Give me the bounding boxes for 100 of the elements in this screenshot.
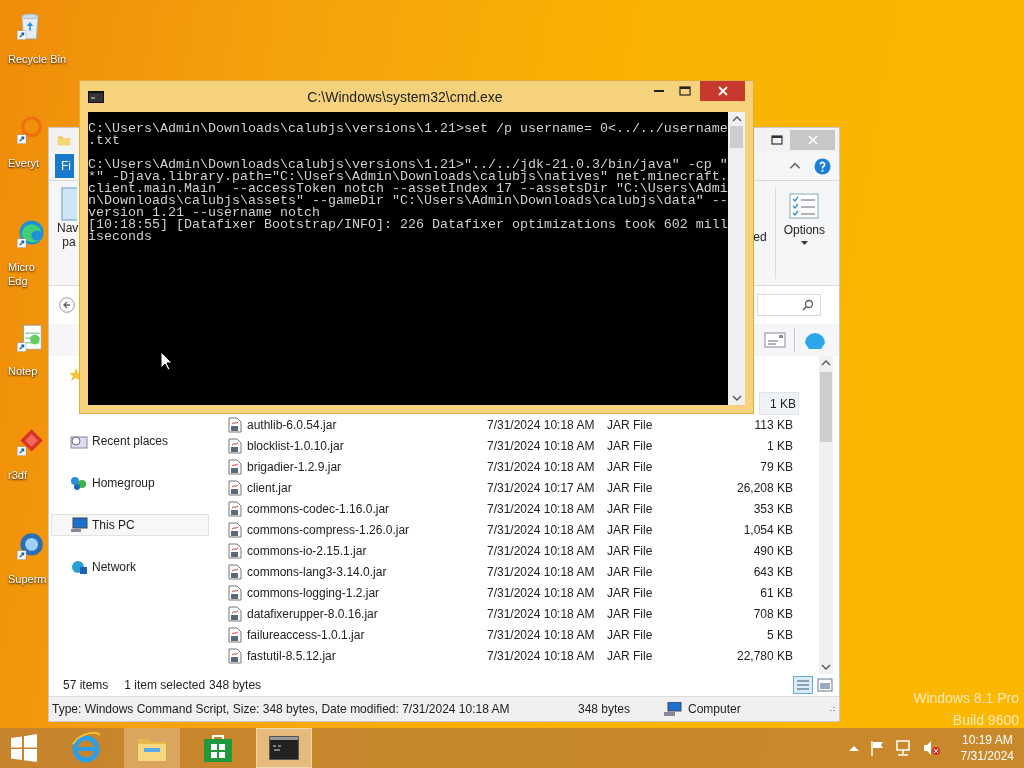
- nav-item[interactable]: This PC: [51, 514, 209, 536]
- file-size: 113 KB: [753, 417, 794, 432]
- file-tab[interactable]: Fi: [55, 154, 74, 178]
- file-row[interactable]: failureaccess-1.0.1.jar 7/31/2024 10:18 AM JAR File 5 KB: [217, 624, 819, 645]
- search-field[interactable]: [757, 294, 821, 316]
- scrollbar[interactable]: [728, 112, 745, 405]
- speaker-muted-icon[interactable]: [922, 740, 941, 756]
- clock-folder-icon: [70, 433, 88, 449]
- jar-file-icon: [227, 542, 243, 559]
- console-line: .txt: [88, 135, 120, 147]
- close-icon: [717, 86, 728, 96]
- jar-file-icon: [227, 584, 243, 601]
- console-icon[interactable]: [88, 90, 104, 103]
- window-title: C:\Windows\system32\cmd.exe: [306, 88, 504, 105]
- shopping-bag-icon: [203, 733, 233, 763]
- file-size-text: 348 bytes: [578, 702, 632, 716]
- scroll-thumb[interactable]: [820, 372, 832, 442]
- file-type: JAR File: [607, 459, 654, 474]
- file-size: 490 KB: [752, 543, 794, 558]
- console-line: n\Downloads\calubjs\assets" --gameDir "C:\Users\Admin\Downloads\calubjs\data" --: [88, 195, 728, 207]
- help-icon[interactable]: [814, 157, 831, 175]
- file-name: commons-compress-1.26.0.jar: [247, 522, 411, 537]
- swirl-icon[interactable]: [14, 218, 46, 250]
- caret-icon: [800, 241, 808, 245]
- file-date: 7/31/2024 10:18 AM: [487, 543, 596, 558]
- os-watermark-text: Build 9600: [952, 712, 1019, 728]
- console-line: C:\Users\Admin\Downloads\calubjs\versions\1.21>set /p username= 0<../../username: [88, 123, 728, 135]
- file-date: 7/31/2024 10:18 AM: [487, 648, 596, 663]
- flag-icon[interactable]: [868, 740, 885, 756]
- file-size: 353 KB: [752, 501, 794, 516]
- console-line: C:\Users\Admin\Downloads\calubjs\versions\1.21>"../../jdk-21.0.3/bin/java" -cp ": [88, 159, 728, 171]
- console-icon: [269, 736, 299, 760]
- file-name: commons-logging-1.2.jar: [247, 585, 381, 600]
- file-row[interactable]: blocklist-1.0.10.jar 7/31/2024 10:18 AM JAR File 1 KB: [217, 435, 819, 456]
- file-date: 7/31/2024 10:18 AM: [487, 564, 596, 579]
- file-type: JAR File: [607, 627, 654, 642]
- file-name: datafixerupper-8.0.16.jar: [247, 606, 379, 621]
- file-size: 708 KB: [752, 606, 794, 621]
- scroll-down-icon[interactable]: [731, 395, 742, 401]
- console-line: iseconds: [88, 231, 152, 243]
- details-view-icon[interactable]: [793, 676, 813, 694]
- file-name: commons-codec-1.16.0.jar: [247, 501, 391, 516]
- file-date: 7/31/2024 10:18 AM: [487, 585, 596, 600]
- file-name: client.jar: [247, 480, 293, 495]
- chevron-up-icon[interactable]: [848, 745, 859, 751]
- file-size: 5 KB: [766, 627, 794, 642]
- file-name: fastutil-8.5.12.jar: [247, 648, 337, 663]
- nav-item[interactable]: Recent places: [51, 430, 209, 452]
- console-line: version 1.21 --username notch: [88, 207, 320, 219]
- computer-icon: [70, 517, 88, 533]
- file-row[interactable]: commons-io-2.15.1.jar 7/31/2024 10:18 AM JAR File 490 KB: [217, 540, 819, 561]
- file-row[interactable]: authlib-6.0.54.jar 7/31/2024 10:18 AM JAR File 113 KB: [217, 414, 819, 435]
- file-size: 643 KB: [752, 564, 794, 579]
- file-row[interactable]: commons-codec-1.16.0.jar 7/31/2024 10:18 AM JAR File 353 KB: [217, 498, 819, 519]
- scrollbar[interactable]: [819, 356, 833, 674]
- network-icon[interactable]: [894, 740, 913, 756]
- file-date: 7/31/2024 10:18 AM: [487, 417, 596, 432]
- file-name: brigadier-1.2.9.jar: [247, 459, 343, 474]
- file-date: 7/31/2024 10:17 AM: [487, 480, 596, 495]
- file-type: JAR File: [607, 417, 654, 432]
- console-line: *" -Djava.library.path="C:\Users\Admin\Downloads\calubjs\natives" net.minecraft.: [88, 171, 728, 183]
- file-row[interactable]: brigadier-1.2.9.jar 7/31/2024 10:18 AM JAR File 79 KB: [217, 456, 819, 477]
- console-line: client.main.Main --accessToken notch --assetIndex 17 --assetsDir "C:\Users\Admi: [88, 183, 728, 195]
- scroll-up-icon[interactable]: [821, 360, 831, 366]
- taskbar-button[interactable]: [256, 728, 312, 768]
- nav-item[interactable]: Homegroup: [51, 472, 209, 494]
- file-type: JAR File: [607, 543, 654, 558]
- item-count: 57 items: [63, 678, 109, 692]
- file-row[interactable]: commons-compress-1.26.0.jar 7/31/2024 10:18 AM JAR File 1,054 KB: [217, 519, 819, 540]
- scroll-down-icon[interactable]: [821, 664, 831, 670]
- file-date: 7/31/2024 10:18 AM: [487, 438, 596, 453]
- file-row[interactable]: 1 KB: [760, 393, 798, 414]
- file-row[interactable]: commons-logging-1.2.jar 7/31/2024 10:18 AM JAR File 61 KB: [217, 582, 819, 603]
- mouse-pointer-icon: [160, 351, 173, 371]
- jar-file-icon: [227, 626, 243, 643]
- close-button[interactable]: [700, 81, 745, 101]
- diamond-icon[interactable]: [14, 426, 46, 458]
- file-row[interactable]: fastutil-8.5.12.jar 7/31/2024 10:18 AM JAR File 22,780 KB: [217, 645, 819, 666]
- file-row[interactable]: commons-lang3-3.14.0.jar 7/31/2024 10:18 AM JAR File 643 KB: [217, 561, 819, 582]
- thumbnail-view-icon[interactable]: [817, 678, 833, 692]
- network-icon: [70, 559, 88, 575]
- e-logo-icon: [70, 732, 102, 764]
- jar-file-icon: [227, 437, 243, 454]
- nav-item[interactable]: Network: [51, 556, 209, 578]
- computer-icon: [664, 702, 682, 716]
- preview-pane-icon[interactable]: [764, 332, 786, 348]
- scroll-thumb[interactable]: [730, 126, 743, 148]
- options-button[interactable]: Options: [779, 187, 829, 279]
- globe-icon[interactable]: [14, 530, 46, 562]
- jar-file-icon: [227, 458, 243, 475]
- scroll-up-icon[interactable]: [731, 116, 742, 122]
- ribbon-label[interactable]: ed: [753, 230, 767, 244]
- jar-file-icon: [227, 479, 243, 496]
- jar-file-icon: [227, 605, 243, 622]
- back-button[interactable]: [59, 297, 75, 313]
- file-row[interactable]: client.jar 7/31/2024 10:17 AM JAR File 26,208 KB: [217, 477, 819, 498]
- close-icon: [807, 135, 818, 145]
- file-row[interactable]: datafixerupper-8.0.16.jar 7/31/2024 10:18 AM JAR File 708 KB: [217, 603, 819, 624]
- selection-count: 1 item selected: [124, 678, 206, 692]
- jar-file-icon: [227, 647, 243, 664]
